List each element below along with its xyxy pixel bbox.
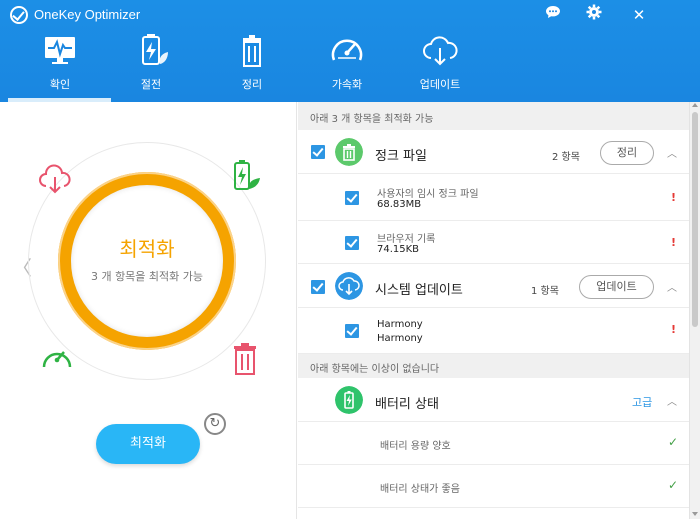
list-item: 브라우저 기록 74.15KB ! [298,221,689,264]
cloud-download-icon [39,164,71,194]
scroll-down-icon[interactable] [692,512,698,516]
list-item: Harmony Harmony ! [298,308,689,354]
check-icon: ✓ [668,435,679,449]
tab-speed-up[interactable]: 가속화 [307,30,387,102]
group-junk-files: 정크 파일 2 항목 정리 ︿ [298,130,689,174]
tab-check[interactable]: 확인 [20,30,100,102]
update-button[interactable]: 업데이트 [579,275,654,299]
tab-power-saving[interactable]: 절전 [111,30,191,102]
item-name: 사용자의 임시 정크 파일 [377,189,479,200]
group-title: 정크 파일 [375,149,427,164]
item-value: 68.83MB [377,199,422,210]
item-count: 2 항목 [552,152,580,163]
cloud-download-icon [335,272,363,300]
tab-cleanup[interactable]: 정리 [212,30,292,102]
tab-label: 정리 [241,78,263,91]
check-icon: ✓ [668,478,679,492]
scroll-up-icon[interactable] [692,103,698,107]
battery-leaf-icon [234,160,260,190]
tab-label: 가속화 [331,78,363,91]
tab-label: 절전 [140,78,162,91]
chat-icon[interactable] [542,4,564,26]
warning-icon: ! [671,236,677,249]
speedometer-icon [42,351,72,368]
list-item: 사용자의 임시 정크 파일 68.83MB ! [298,174,689,221]
tab-label: 확인 [49,78,71,91]
section-header-optimizable: 아래 3 개 항목을 최적화 가능 [298,102,689,130]
section-header-no-issues: 아래 항목에는 이상이 없습니다 [298,354,689,378]
collapse-icon[interactable]: ︿ [667,279,677,294]
list-item: 배터리 상태가 좋음 ✓ [298,465,689,508]
item-count: 1 항목 [531,286,559,297]
group-title: 배터리 상태 [375,397,439,412]
overview-panel: 〈 최적화 3 개 항목을 최적화 가능 최적화 ↻ [0,102,297,519]
item-name: Harmony [377,319,423,330]
ring-center: 최적화 3 개 항목을 최적화 가능 [71,185,223,337]
app-logo-icon [10,6,28,24]
ring-subtitle: 3 개 항목을 최적화 가능 [90,270,204,283]
warning-icon: ! [671,191,677,204]
close-icon[interactable]: ✕ [628,4,650,26]
group-title: 시스템 업데이트 [375,283,463,298]
trash-icon [234,343,256,375]
collapse-icon[interactable]: ︿ [667,145,677,160]
ring-title: 최적화 [119,237,175,261]
group-system-update: 시스템 업데이트 1 항목 업데이트 ︿ [298,264,689,308]
item-name: 배터리 용량 양호 [380,441,451,452]
item-name: 배터리 상태가 좋음 [380,484,460,495]
collapse-icon[interactable]: ︿ [667,393,677,408]
scrollbar-thumb[interactable] [692,112,698,327]
gear-icon[interactable] [583,4,605,26]
item-value: Harmony [377,333,423,344]
speedometer-icon [331,39,363,61]
junk-files-checkbox[interactable] [311,145,325,159]
battery-leaf-icon [142,34,168,65]
advanced-link[interactable]: 고급 [632,394,652,410]
results-panel: 아래 3 개 항목을 최적화 가능 정크 파일 2 항목 정리 ︿ 사용자의 임… [298,102,689,519]
trash-icon [243,35,261,67]
item-checkbox[interactable] [345,324,359,338]
optimization-ring: 최적화 3 개 항목을 최적화 가능 [58,172,236,350]
group-battery-status: 배터리 상태 고급 ︿ [298,378,689,422]
item-checkbox[interactable] [345,236,359,250]
title-bar: OneKey Optimizer ✕ [0,0,700,30]
cloud-download-icon [423,36,458,66]
app-header: OneKey Optimizer ✕ 확인 절전 정리 가속화 업데이트 [0,0,700,102]
system-update-checkbox[interactable] [311,280,325,294]
scrollbar[interactable] [689,102,700,519]
warning-icon: ! [671,323,677,336]
item-checkbox[interactable] [345,191,359,205]
trash-icon [335,138,363,166]
battery-icon [335,386,363,414]
tab-label: 업데이트 [419,78,461,91]
item-value: 74.15KB [377,244,420,255]
main-tabs: 확인 절전 정리 가속화 업데이트 [0,30,700,102]
refresh-icon[interactable]: ↻ [204,413,226,435]
optimize-button[interactable]: 최적화 [96,424,200,464]
monitor-pulse-icon [45,37,75,64]
list-item: 배터리 용량 양호 ✓ [298,422,689,465]
cleanup-button[interactable]: 정리 [600,141,654,165]
item-name: 브라우저 기록 [377,234,436,245]
app-title: OneKey Optimizer [34,7,141,22]
tab-update[interactable]: 업데이트 [400,30,480,102]
